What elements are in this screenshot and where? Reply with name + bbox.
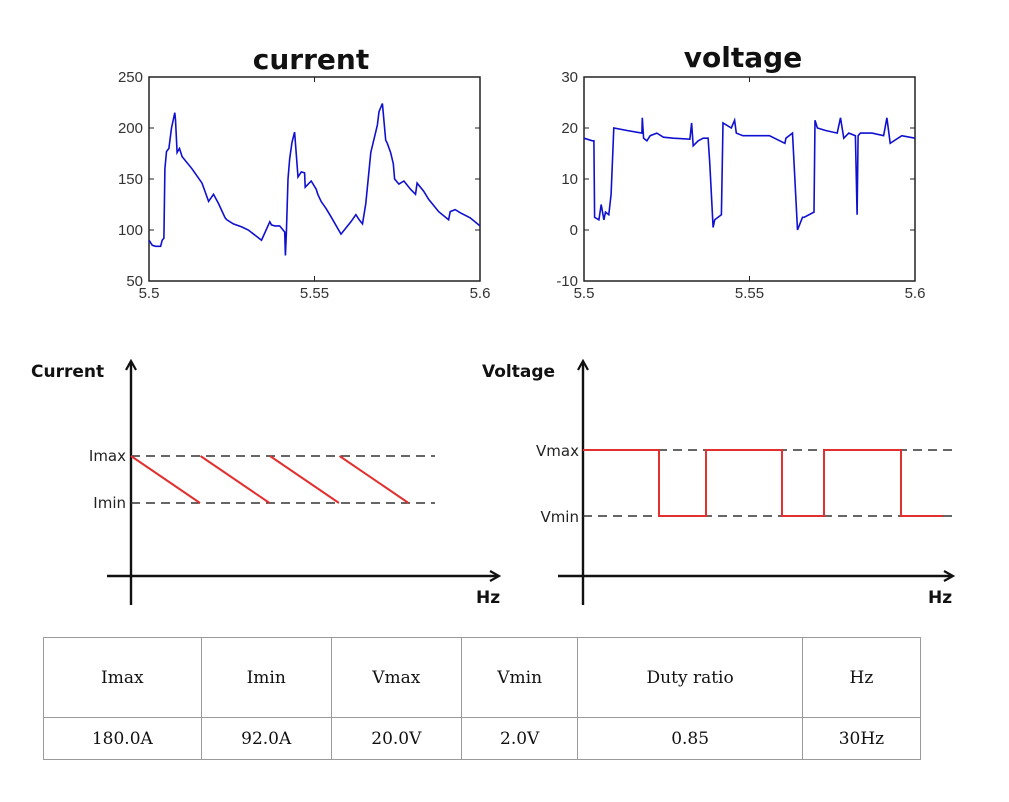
header-hz: Hz [801, 637, 922, 718]
current-xtick-label: 5.55 [300, 285, 329, 302]
header-imin: Imin [200, 637, 332, 718]
current-series-line [148, 103, 481, 256]
imax-label: Imax [89, 447, 126, 465]
table-value-row: 180.0A 92.0A 20.0V 2.0V 0.85 30Hz [43, 717, 922, 760]
current-ytick-label: 200 [118, 120, 143, 137]
voltage-ytick-label: 0 [570, 222, 578, 239]
header-vmax: Vmax [330, 637, 462, 718]
current-ytick-label: 100 [118, 222, 143, 239]
current-plot: current 25020015010050 5.5 5.55 5.6 [118, 43, 490, 302]
current-ramp-line [199, 455, 271, 504]
value-imin: 92.0A [200, 717, 332, 760]
current-xtick-label: 5.6 [470, 285, 491, 302]
voltage-pulse-waveform [583, 449, 943, 517]
header-duty-ratio: Duty ratio [577, 637, 803, 718]
voltage-plot-title: voltage [684, 41, 802, 74]
voltage-xtick-label: 5.5 [574, 285, 595, 302]
value-duty-ratio: 0.85 [577, 717, 803, 760]
voltage-hz-label: Hz [928, 588, 952, 608]
vmax-label: Vmax [536, 442, 579, 460]
voltage-ytick-label: 20 [561, 120, 578, 137]
current-plot-title: current [253, 43, 369, 76]
current-axis-label: Current [31, 362, 104, 382]
vmin-label: Vmin [540, 508, 579, 526]
header-imax: Imax [43, 637, 202, 718]
value-vmin: 2.0V [460, 717, 579, 760]
current-ramp-line [269, 455, 340, 504]
current-diagram: Current Hz Imax Imin [31, 362, 500, 608]
value-imax: 180.0A [43, 717, 202, 760]
parameters-table: Imax Imin Vmax Vmin Duty ratio Hz 180.0A… [43, 637, 922, 760]
voltage-plot: voltage 3020100-10 5.5 5.55 5.6 [556, 41, 925, 302]
current-ramp-line [130, 455, 201, 504]
current-ytick-label: 250 [118, 69, 143, 86]
voltage-xtick-label: 5.55 [735, 285, 764, 302]
header-vmin: Vmin [460, 637, 579, 718]
imin-label: Imin [93, 494, 126, 512]
value-hz: 30Hz [801, 717, 922, 760]
current-xtick-label: 5.5 [139, 285, 160, 302]
current-hz-label: Hz [476, 588, 500, 608]
voltage-diagram: Voltage Hz Vmax Vmin [482, 362, 955, 608]
table-header-row: Imax Imin Vmax Vmin Duty ratio Hz [43, 637, 922, 718]
current-ramp-line [338, 455, 410, 504]
value-vmax: 20.0V [330, 717, 462, 760]
voltage-ytick-label: 10 [561, 171, 578, 188]
voltage-plot-frame [583, 76, 916, 282]
voltage-ytick-label: 30 [561, 69, 578, 86]
voltage-axis-label: Voltage [482, 362, 555, 382]
voltage-series-line [583, 117, 916, 231]
voltage-xtick-label: 5.6 [905, 285, 926, 302]
current-ytick-label: 150 [118, 171, 143, 188]
